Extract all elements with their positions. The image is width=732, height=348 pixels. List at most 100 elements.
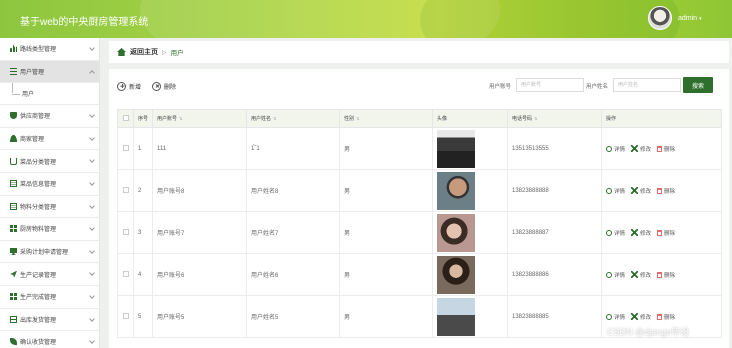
sidebar-item-receipt-confirm[interactable]: 确认收货管理 <box>0 331 99 348</box>
cell-gender: 男 <box>339 253 433 296</box>
trash-icon <box>657 145 663 152</box>
edit-icon <box>631 229 639 236</box>
cell-gender: 男 <box>339 211 433 254</box>
edit-label: 修改 <box>640 314 652 321</box>
trash-icon <box>657 271 663 278</box>
user-menu[interactable]: admin ▾ <box>678 15 702 22</box>
row-checkbox[interactable] <box>117 211 134 254</box>
cell-account: 用户账号8 <box>152 169 247 212</box>
users-table: 序号 用户账号 ⇅ 用户姓名 ⇅ 性别 ⇅ 头像 电话号码 ⇅ 操作 1 111 1́ˇ… <box>117 109 722 338</box>
edit-button[interactable]: 修改 <box>631 145 651 153</box>
search-button[interactable]: 搜索 <box>683 77 713 93</box>
delete-label: 删除 <box>664 188 676 195</box>
row-checkbox[interactable] <box>117 127 134 170</box>
sort-icon: ⇅ <box>356 116 360 121</box>
sidebar-item-purchase-plans[interactable]: 采购计划申请管理 <box>0 241 99 264</box>
sidebar-item-production-records[interactable]: 生产记录管理 <box>0 263 99 286</box>
row-checkbox[interactable] <box>117 253 134 296</box>
search-icon <box>606 313 612 320</box>
toolbar: 新增 删除 用户账号 用户账号 用户姓名 用户姓名 搜索 <box>109 77 729 95</box>
account-filter-input[interactable]: 用户账号 <box>516 78 584 92</box>
detail-label: 详情 <box>614 146 626 153</box>
row-checkbox[interactable] <box>117 169 134 212</box>
cell-phone: 13823888886 <box>507 253 602 296</box>
user-photo <box>437 255 475 294</box>
delete-button[interactable]: 删除 <box>152 79 176 93</box>
sort-icon: ⇅ <box>273 116 277 121</box>
column-header-account[interactable]: 用户账号 ⇅ <box>152 109 247 128</box>
sidebar-item-label: 菜品分类管理 <box>20 159 57 166</box>
cell-account: 用户账号7 <box>152 211 247 254</box>
document-icon <box>10 180 17 188</box>
edit-icon <box>631 271 639 278</box>
sidebar-item-label: 物料分类管理 <box>20 204 57 211</box>
leaf-icon <box>10 338 17 346</box>
detail-button[interactable]: 详情 <box>606 229 625 237</box>
cell-actions: 详情 修改 删除 <box>601 127 722 170</box>
monitor-icon <box>10 248 17 256</box>
edit-label: 修改 <box>640 146 652 153</box>
delete-label: 删除 <box>664 230 676 237</box>
chevron-down-icon: ▾ <box>699 16 702 22</box>
plane-icon <box>10 270 17 278</box>
cell-index: 2 <box>133 169 153 212</box>
sidebar-item-suppliers[interactable]: 供应商管理 <box>0 105 99 128</box>
chevron-down-icon <box>89 157 95 164</box>
account-filter-label: 用户账号 <box>489 84 512 90</box>
chevron-down-icon <box>89 112 95 119</box>
column-header-phone[interactable]: 电话号码 ⇅ <box>507 109 602 128</box>
edit-label: 修改 <box>640 188 652 195</box>
cell-photo <box>432 169 508 212</box>
detail-button[interactable]: 详情 <box>606 145 625 153</box>
grid-icon <box>10 225 17 233</box>
delete-row-button[interactable]: 删除 <box>657 229 675 237</box>
detail-button[interactable]: 详情 <box>606 271 625 279</box>
box-icon <box>10 315 17 323</box>
sidebar-item-label: 用户管理 <box>20 69 45 76</box>
column-header-gender[interactable]: 性别 ⇅ <box>339 109 433 128</box>
edit-button[interactable]: 修改 <box>631 271 651 279</box>
edit-button[interactable]: 修改 <box>631 187 651 195</box>
row-checkbox[interactable] <box>117 295 134 338</box>
trash-icon <box>657 187 663 194</box>
add-button[interactable]: 新增 <box>117 79 141 93</box>
select-all-checkbox[interactable] <box>117 109 134 128</box>
name-filter-input[interactable]: 用户姓名 <box>613 78 681 92</box>
sort-icon: ⇅ <box>179 116 183 121</box>
edit-button[interactable]: 修改 <box>631 313 651 321</box>
sidebar-subitem-user[interactable]: 用户 <box>0 83 99 106</box>
sidebar-item-dish-categories[interactable]: 菜品分类管理 <box>0 150 99 173</box>
sidebar-item-kitchen-materials[interactable]: 厨房物料管理 <box>0 218 99 241</box>
detail-button[interactable]: 详情 <box>606 313 625 321</box>
cell-index: 5 <box>133 295 153 338</box>
sidebar-item-dish-info[interactable]: 菜品信息管理 <box>0 173 99 196</box>
sidebar-item-material-categories[interactable]: 物料分类管理 <box>0 196 99 219</box>
cell-phone: 13823888887 <box>507 211 602 254</box>
breadcrumb-home-link[interactable]: 返回主页 <box>130 47 158 57</box>
cell-name: 用户姓名5 <box>246 295 340 338</box>
column-header-name[interactable]: 用户姓名 ⇅ <box>246 109 340 128</box>
delete-row-button[interactable]: 删除 <box>657 145 675 153</box>
home-icon[interactable] <box>117 48 126 56</box>
sidebar-item-label: 生产完成管理 <box>20 295 57 302</box>
cell-actions: 详情 修改 删除 <box>601 169 722 212</box>
sidebar-item-route-types[interactable]: 路线类型管理 <box>0 38 99 61</box>
user-avatar[interactable] <box>648 6 672 30</box>
delete-row-button[interactable]: 删除 <box>657 187 675 195</box>
plus-circle-icon <box>117 81 126 91</box>
sidebar-item-merchants[interactable]: 商家管理 <box>0 128 99 151</box>
detail-button[interactable]: 详情 <box>606 187 625 195</box>
cell-photo <box>432 253 508 296</box>
cell-account: 用户账号5 <box>152 295 247 338</box>
sidebar-item-outbound-shipping[interactable]: 出库发货管理 <box>0 309 99 332</box>
grid-icon <box>10 293 17 301</box>
cart-icon <box>10 157 17 165</box>
cell-gender: 男 <box>339 169 433 212</box>
delete-row-button[interactable]: 删除 <box>657 271 675 279</box>
list-icon <box>10 67 17 75</box>
edit-button[interactable]: 修改 <box>631 229 651 237</box>
sidebar-item-production-complete[interactable]: 生产完成管理 <box>0 286 99 309</box>
user-photo <box>437 129 475 168</box>
delete-row-button[interactable]: 删除 <box>657 313 675 321</box>
sidebar-item-users[interactable]: 用户管理 <box>0 60 99 84</box>
